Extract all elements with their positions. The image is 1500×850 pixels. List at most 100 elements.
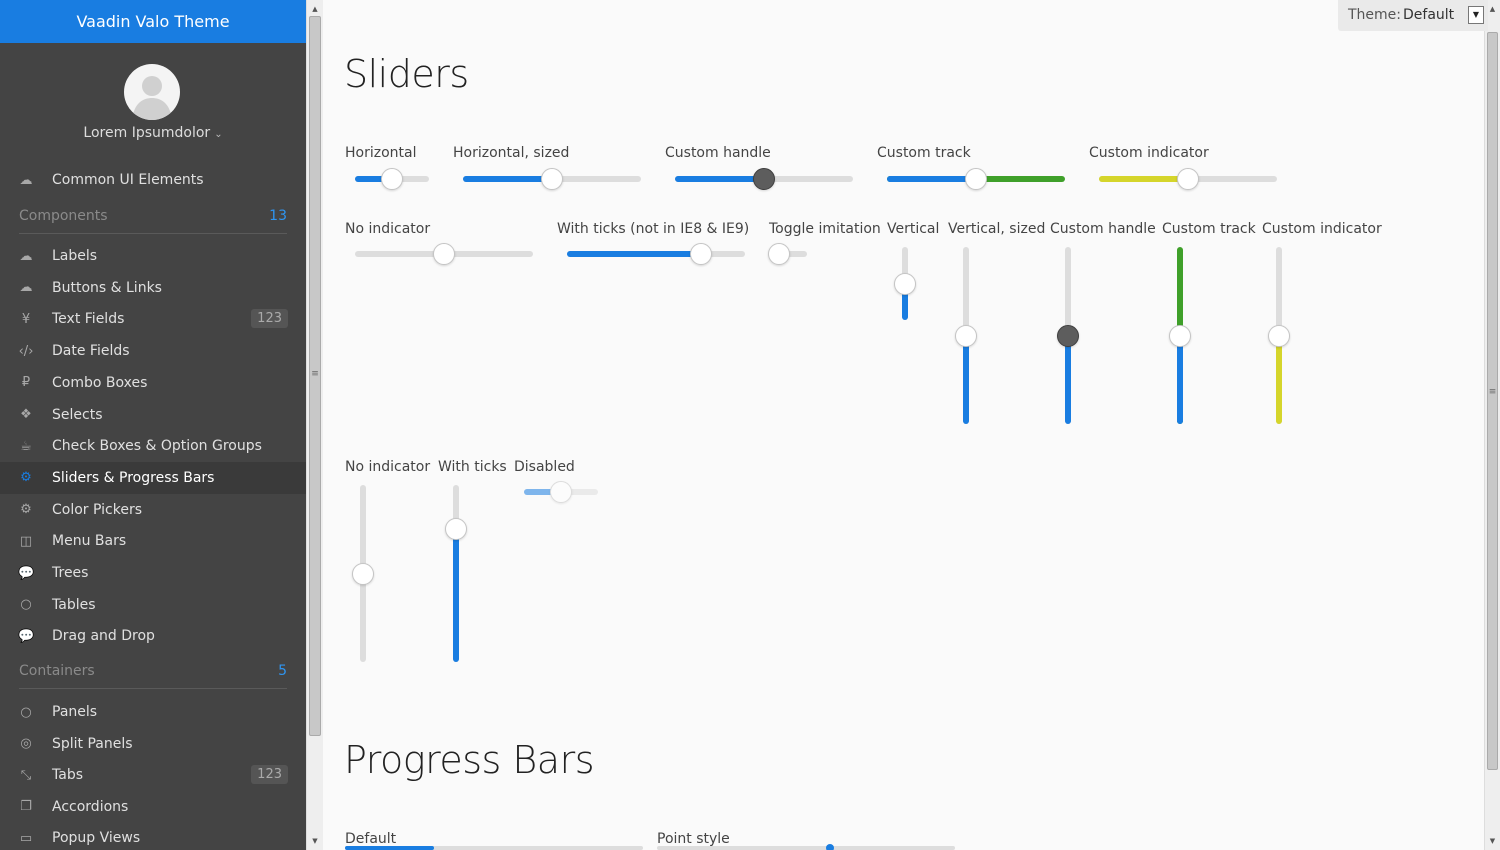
slider-caption: With ticks (not in IE8 & IE9) — [557, 221, 750, 237]
horizontal-slider[interactable] — [887, 168, 1065, 190]
nav-item-label: Trees — [52, 565, 89, 581]
horizontal-slider[interactable] — [567, 243, 745, 265]
comment-icon: 💬 — [18, 565, 35, 581]
user-silhouette-icon[interactable] — [124, 64, 180, 120]
horizontal-slider[interactable] — [355, 243, 533, 265]
slider-caption: Horizontal — [345, 145, 417, 161]
horizontal-slider[interactable] — [675, 168, 853, 190]
scroll-down-arrow-icon[interactable]: ▼ — [1485, 834, 1500, 848]
nav-item-tabs[interactable]: ⤡ Tabs 123 — [0, 759, 306, 791]
copy-icon: ❐ — [20, 799, 32, 815]
slider-caption: Disabled — [514, 459, 575, 475]
slider-handle[interactable] — [1169, 324, 1191, 347]
gears-icon: ⚙ — [20, 502, 32, 518]
nav-item-check-boxes-option-groups[interactable]: ☕ Check Boxes & Option Groups — [0, 430, 306, 462]
slider-indicator — [1099, 176, 1188, 182]
section-count: 5 — [278, 663, 287, 679]
nav-item-sliders-progress-bars[interactable]: ⚙ Sliders & Progress Bars — [0, 461, 306, 494]
slider-handle[interactable] — [433, 243, 455, 265]
scroll-up-arrow-icon[interactable]: ▲ — [307, 2, 323, 16]
slider-handle[interactable] — [955, 324, 977, 347]
theme-label: Theme: — [1348, 7, 1402, 23]
nav-item-label: Selects — [52, 406, 103, 423]
nav-item-panels[interactable]: ○ Panels — [0, 696, 306, 728]
slider-caption: No indicator — [345, 459, 431, 475]
horizontal-slider[interactable] — [355, 168, 429, 190]
slider-handle[interactable] — [445, 518, 467, 541]
nav-item-labels[interactable]: ☁ Labels — [0, 240, 306, 272]
slider-handle[interactable] — [381, 168, 403, 190]
slider-caption: No indicator — [345, 221, 431, 237]
comment-outline-icon: ○ — [20, 597, 32, 613]
nav-item-date-fields[interactable]: ‹/› Date Fields — [0, 335, 306, 367]
comments-outline-icon: ○ — [20, 704, 32, 720]
user-profile[interactable]: Lorem Ipsumdolor ⌄ — [0, 43, 306, 153]
horizontal-slider[interactable] — [1099, 168, 1277, 190]
vertical-slider[interactable] — [352, 485, 374, 662]
compress-icon: ⤡ — [20, 767, 32, 783]
slider-handle[interactable] — [768, 243, 790, 265]
nav-item-drag-and-drop[interactable]: 💬 Drag and Drop — [0, 620, 306, 652]
nav-item-split-panels[interactable]: ◎ Split Panels — [0, 728, 306, 760]
compass-icon: ◎ — [20, 736, 32, 752]
slider-handle[interactable] — [550, 481, 572, 503]
section-label: Components — [19, 208, 108, 224]
nav-item-popup-views[interactable]: ▭ Popup Views — [0, 822, 306, 850]
cloud-upload-icon: ☁ — [19, 248, 33, 264]
coffee-icon: ☕ — [20, 438, 32, 454]
slider-indicator — [887, 176, 976, 182]
nav-item-buttons-links[interactable]: ☁ Buttons & Links — [0, 272, 306, 304]
horizontal-slider[interactable] — [463, 168, 641, 190]
slider-handle[interactable] — [689, 243, 712, 265]
vertical-slider[interactable] — [894, 247, 916, 320]
vertical-slider[interactable] — [1057, 247, 1079, 424]
slider-caption: Toggle imitation — [769, 221, 881, 237]
slider-handle[interactable] — [753, 168, 775, 190]
slider-caption: Vertical, sized — [948, 221, 1046, 237]
scroll-down-arrow-icon[interactable]: ▼ — [307, 834, 323, 848]
horizontal-slider[interactable] — [768, 243, 807, 265]
slider-handle[interactable] — [352, 562, 374, 585]
nav-item-badge: 123 — [251, 309, 288, 329]
slider-caption: Custom handle — [665, 145, 771, 161]
yen-icon: ¥ — [21, 311, 31, 327]
slider-caption: Custom track — [877, 145, 971, 161]
gear-icon: ⚙ — [20, 470, 32, 486]
slider-caption: Vertical — [887, 221, 940, 237]
slider-handle[interactable] — [1177, 168, 1199, 190]
slider-handle[interactable] — [541, 168, 563, 190]
nav-item-selects[interactable]: ❖ Selects — [0, 399, 306, 431]
vertical-slider[interactable] — [955, 247, 977, 424]
nav-item-combo-boxes[interactable]: ₽ Combo Boxes — [0, 367, 306, 399]
nav-item-text-fields[interactable]: ¥ Text Fields 123 — [0, 303, 306, 335]
sidebar-scrollbar[interactable]: ▲ ≡ ▼ — [306, 0, 323, 850]
vertical-slider[interactable] — [445, 485, 467, 662]
nav-item-accordions[interactable]: ❐ Accordions — [0, 791, 306, 823]
vertical-slider[interactable] — [1268, 247, 1290, 424]
scroll-grip-icon: ≡ — [311, 369, 319, 379]
slider-handle[interactable] — [1057, 324, 1079, 347]
cloud-icon: ☁ — [19, 172, 33, 188]
nav-item-label: Tables — [52, 596, 96, 613]
content-scroll-thumb[interactable] — [1487, 32, 1498, 770]
slider-indicator — [463, 176, 552, 182]
nav-item-color-pickers[interactable]: ⚙ Color Pickers — [0, 494, 306, 526]
code-icon: ‹/› — [18, 343, 34, 359]
app-brand[interactable]: Vaadin Valo Theme — [0, 0, 306, 43]
nav-item-tables[interactable]: ○ Tables — [0, 589, 306, 621]
codepen-icon: ❖ — [20, 407, 32, 422]
user-menu[interactable]: Lorem Ipsumdolor ⌄ — [0, 125, 306, 141]
content-scrollbar[interactable]: ▲ ≡ ▼ — [1484, 0, 1500, 850]
nav-item-common-ui-elements[interactable]: ☁ Common UI Elements — [0, 164, 306, 196]
dropdown-arrow-icon[interactable]: ▼ — [1468, 6, 1484, 24]
slider-handle[interactable] — [894, 272, 916, 295]
nav-item-menu-bars[interactable]: ◫ Menu Bars — [0, 525, 306, 557]
theme-value[interactable]: Default — [1403, 7, 1454, 23]
theme-selector[interactable]: Theme: Default ▼ — [1338, 0, 1488, 31]
nav-item-label: Menu Bars — [52, 533, 127, 550]
slider-handle[interactable] — [1268, 324, 1290, 347]
horizontal-slider — [524, 481, 598, 503]
slider-handle[interactable] — [965, 168, 987, 190]
vertical-slider[interactable] — [1169, 247, 1191, 424]
nav-item-trees[interactable]: 💬 Trees — [0, 557, 306, 589]
